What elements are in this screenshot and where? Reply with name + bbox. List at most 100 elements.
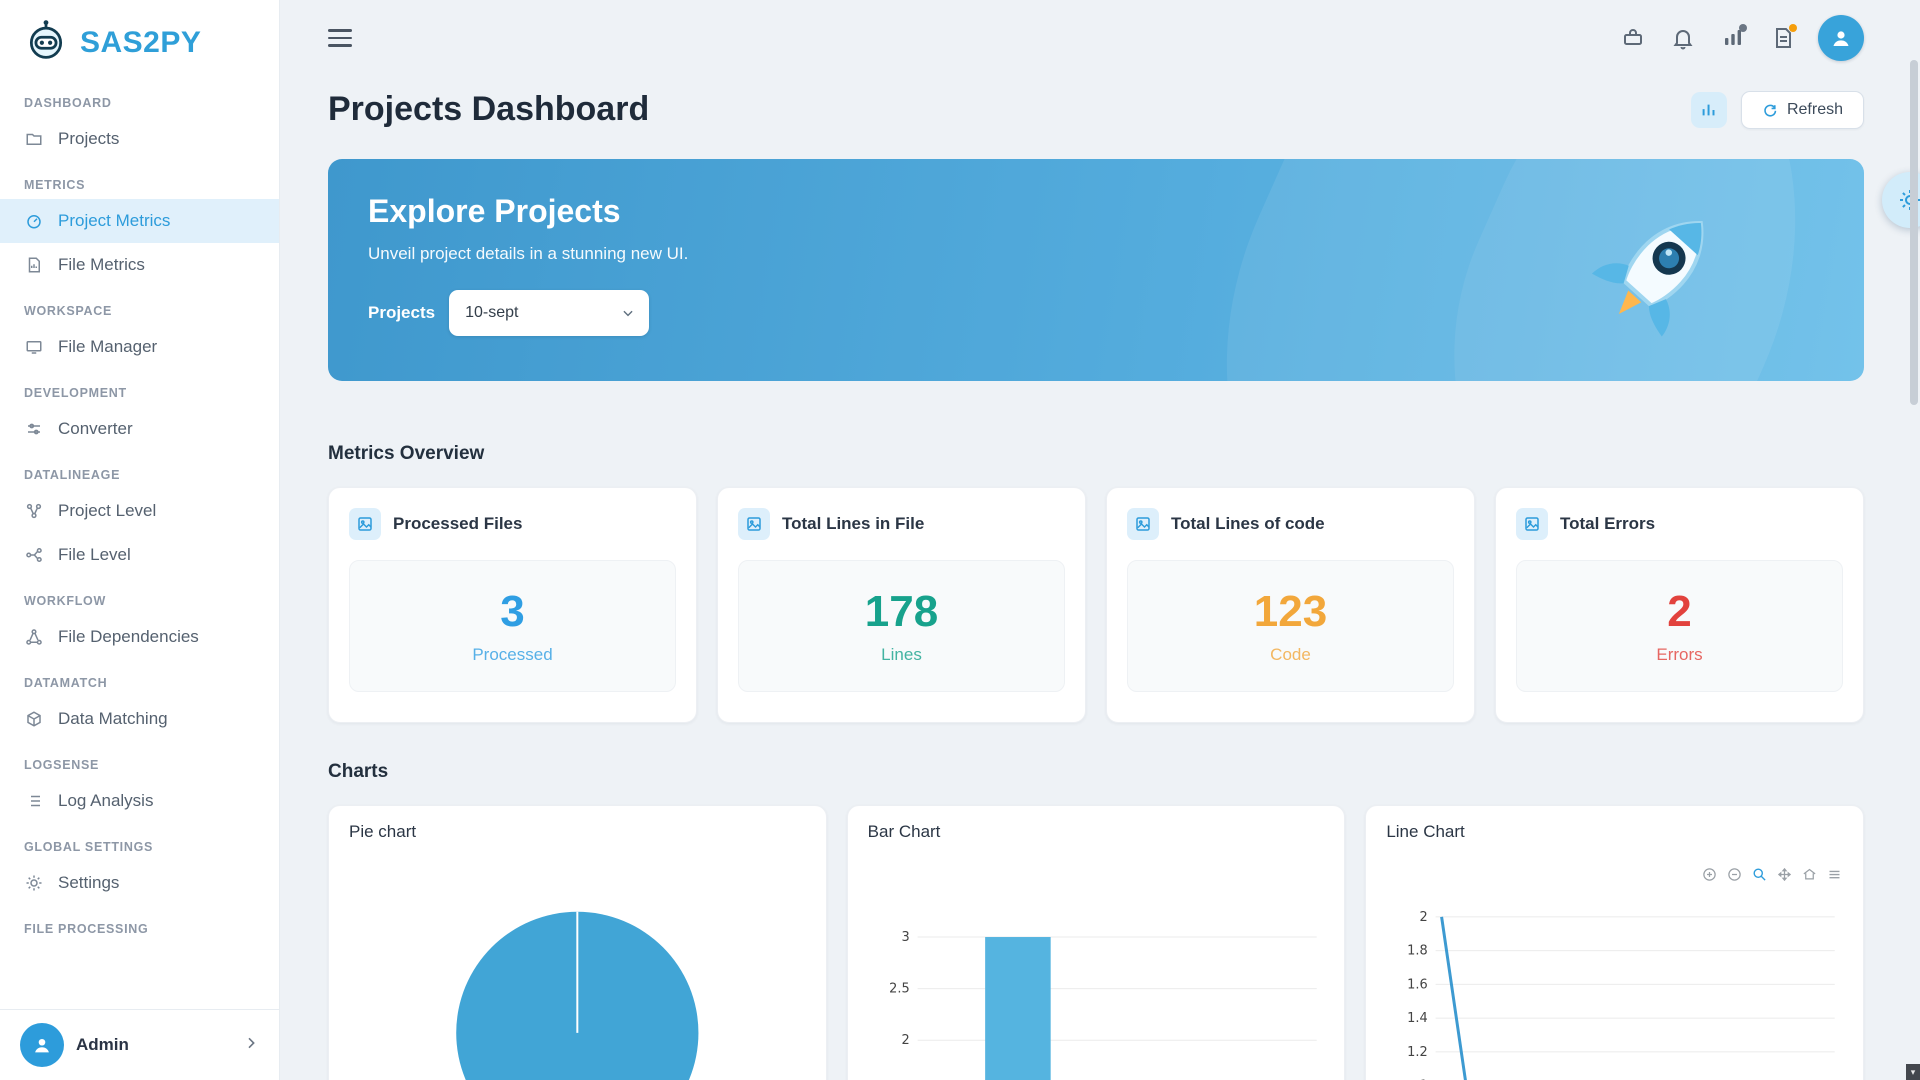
sidebar-item-label: File Manager [58, 337, 157, 357]
zoom-magnifier-icon[interactable] [1752, 867, 1768, 883]
nav-section-workflow: WORKFLOW [0, 577, 279, 615]
sidebar-item-label: Converter [58, 419, 133, 439]
metric-card-processed-files: Processed Files 3 Processed [328, 487, 697, 723]
sidebar-item-file-level[interactable]: File Level [0, 533, 279, 577]
pie-chart-card: Pie chart 100.0% [328, 805, 827, 1080]
metric-value: 3 [500, 587, 524, 637]
metric-card-total-errors: Total Errors 2 Errors [1495, 487, 1864, 723]
flow-branch-icon [24, 545, 44, 565]
metric-image-icon [1516, 508, 1548, 540]
rocket-illustration [1574, 195, 1734, 360]
hamburger-menu-button[interactable] [328, 23, 358, 53]
zoom-in-icon[interactable] [1702, 867, 1718, 883]
metric-value: 178 [865, 587, 938, 637]
bar-ytick: 3 [901, 930, 909, 945]
sidebar-item-project-level[interactable]: Project Level [0, 489, 279, 533]
sidebar-item-project-metrics[interactable]: Project Metrics [0, 199, 279, 243]
sidebar-item-settings[interactable]: Settings [0, 861, 279, 905]
admin-profile-row[interactable]: Admin [0, 1009, 279, 1080]
sidebar-item-log-analysis[interactable]: Log Analysis [0, 779, 279, 823]
sidebar-item-file-metrics[interactable]: File Metrics [0, 243, 279, 287]
line-ytick: 1.8 [1408, 944, 1429, 959]
metric-title: Processed Files [393, 514, 522, 534]
robot-logo-icon [24, 18, 68, 67]
line-chart-title: Line Chart [1386, 822, 1843, 842]
user-avatar-button[interactable] [1818, 15, 1864, 61]
pie-chart-title: Pie chart [349, 822, 806, 842]
activity-chart-icon[interactable] [1718, 23, 1748, 53]
page-content: Projects Dashboard Refresh Explore Proje… [280, 76, 1920, 1080]
sidebar-item-label: Project Level [58, 501, 156, 521]
bar-chart-card: Bar Chart 3 2.5 2 1.5 Values [847, 805, 1346, 1080]
vertical-scrollbar[interactable] [1908, 0, 1920, 1080]
refresh-button[interactable]: Refresh [1741, 91, 1864, 129]
line-ytick: 1.6 [1408, 977, 1429, 992]
zoom-out-icon[interactable] [1727, 867, 1743, 883]
toolbox-icon[interactable] [1618, 23, 1648, 53]
metric-title: Total Lines in File [782, 514, 924, 534]
metric-stat-box: 178 Lines [738, 560, 1065, 692]
project-select-value: 10-sept [465, 304, 518, 322]
bar-ytick: 2.5 [889, 982, 910, 997]
metric-value: 123 [1254, 587, 1327, 637]
pan-icon[interactable] [1777, 867, 1793, 883]
line-ytick: 2 [1420, 910, 1428, 925]
refresh-label: Refresh [1787, 101, 1843, 119]
gauge-icon [24, 211, 44, 231]
admin-avatar [20, 1023, 64, 1067]
nav-section-metrics: METRICS [0, 161, 279, 199]
home-reset-icon[interactable] [1802, 867, 1818, 883]
network-nodes-icon [24, 501, 44, 521]
menu-lines-icon[interactable] [1827, 867, 1843, 883]
sliders-icon [24, 419, 44, 439]
explore-projects-banner: Explore Projects Unveil project details … [328, 159, 1864, 381]
chevron-right-icon[interactable] [243, 1035, 259, 1056]
sidebar-item-label: Log Analysis [58, 791, 153, 811]
project-select[interactable]: 10-sept [449, 290, 649, 336]
orange-badge-dot [1789, 24, 1797, 32]
metric-unit: Processed [472, 645, 552, 665]
sidebar-item-projects[interactable]: Projects [0, 117, 279, 161]
nav-section-workspace: WORKSPACE [0, 287, 279, 325]
app-logo[interactable]: SAS2PY [0, 0, 279, 79]
sidebar-item-converter[interactable]: Converter [0, 407, 279, 451]
metric-card-total-lines-code: Total Lines of code 123 Code [1106, 487, 1475, 723]
logs-document-icon[interactable] [1768, 23, 1798, 53]
scrollbar-thumb[interactable] [1910, 60, 1918, 405]
analytics-chart-button[interactable] [1691, 92, 1727, 128]
nav-section-logsense: LOGSENSE [0, 741, 279, 779]
line-ytick: 1.2 [1408, 1045, 1429, 1060]
sidebar-item-label: Projects [58, 129, 119, 149]
notifications-bell-icon[interactable] [1668, 23, 1698, 53]
metric-value: 2 [1667, 587, 1691, 637]
sidebar-item-label: Project Metrics [58, 211, 170, 231]
cube-icon [24, 709, 44, 729]
sidebar: SAS2PY DASHBOARD Projects METRICS Projec… [0, 0, 280, 1080]
app-title: SAS2PY [80, 26, 201, 60]
metric-image-icon [738, 508, 770, 540]
topbar [280, 0, 1920, 76]
page-title: Projects Dashboard [328, 90, 649, 129]
sidebar-nav: DASHBOARD Projects METRICS Project Metri… [0, 79, 279, 1009]
nav-section-development: DEVELOPMENT [0, 369, 279, 407]
gray-badge-dot [1739, 24, 1747, 32]
charts-heading: Charts [328, 761, 1864, 783]
sidebar-item-file-dependencies[interactable]: File Dependencies [0, 615, 279, 659]
metrics-grid: Processed Files 3 Processed Total Lines … [328, 487, 1864, 723]
sidebar-item-label: File Metrics [58, 255, 145, 275]
projects-select-label: Projects [368, 303, 435, 323]
nav-section-file-processing: FILE PROCESSING [0, 905, 279, 943]
file-chart-icon [24, 255, 44, 275]
line-chart: 2 1.8 1.6 1.4 1.2 1 [1386, 890, 1843, 1080]
metric-title: Total Lines of code [1171, 514, 1325, 534]
main-area: Projects Dashboard Refresh Explore Proje… [280, 0, 1920, 1080]
sidebar-item-file-manager[interactable]: File Manager [0, 325, 279, 369]
sidebar-item-label: Settings [58, 873, 119, 893]
monitor-icon [24, 337, 44, 357]
metrics-overview-heading: Metrics Overview [328, 443, 1864, 465]
sidebar-item-label: File Dependencies [58, 627, 199, 647]
nav-section-global-settings: GLOBAL SETTINGS [0, 823, 279, 861]
app-root: SAS2PY DASHBOARD Projects METRICS Projec… [0, 0, 1920, 1080]
sidebar-item-data-matching[interactable]: Data Matching [0, 697, 279, 741]
nav-section-datalineage: DATALINEAGE [0, 451, 279, 489]
